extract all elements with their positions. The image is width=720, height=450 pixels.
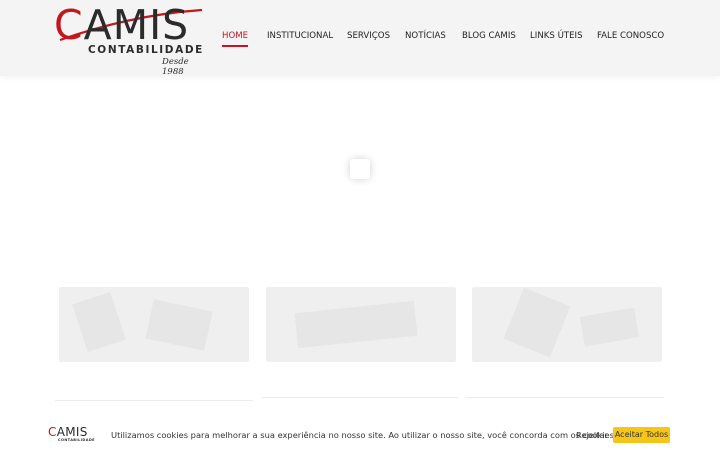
card-divider xyxy=(262,397,458,398)
logo-wordmark: CAMIS xyxy=(54,1,190,49)
nav-fale-conosco[interactable]: FALE CONOSCO xyxy=(597,31,664,41)
cookie-consent-bar: CAMIS CONTABILIDADE Utilizamos cookies p… xyxy=(0,418,720,450)
nav-noticias[interactable]: NOTÍCIAS xyxy=(405,31,446,41)
cookie-message: Utilizamos cookies para melhorar a sua e… xyxy=(111,430,617,440)
loading-spinner xyxy=(350,159,370,179)
news-card-image xyxy=(472,287,662,362)
card-divider xyxy=(466,397,664,398)
nav-blog-camis[interactable]: BLOG CAMIS xyxy=(462,31,516,41)
news-card-image xyxy=(59,287,249,362)
nav-institucional[interactable]: INSTITUCIONAL xyxy=(267,31,333,41)
card-divider xyxy=(55,400,253,401)
reject-cookies-button[interactable]: Rejeitar xyxy=(576,430,608,440)
nav-servicos[interactable]: SERVIÇOS xyxy=(347,31,390,41)
logo-subtitle: CONTABILIDADE xyxy=(88,44,204,56)
nav-links-uteis[interactable]: LINKS ÚTEIS xyxy=(530,31,583,41)
news-card-image xyxy=(266,287,456,362)
nav-home[interactable]: HOME xyxy=(222,31,249,47)
site-header: CAMIS CONTABILIDADE Desde 1988 HOME INST… xyxy=(0,0,720,77)
accept-all-cookies-button[interactable]: Aceitar Todos xyxy=(613,427,670,443)
camis-logo[interactable]: CAMIS CONTABILIDADE Desde 1988 xyxy=(54,2,204,77)
cookie-logo: CAMIS CONTABILIDADE xyxy=(48,425,95,442)
logo-since: Desde 1988 xyxy=(162,57,189,77)
